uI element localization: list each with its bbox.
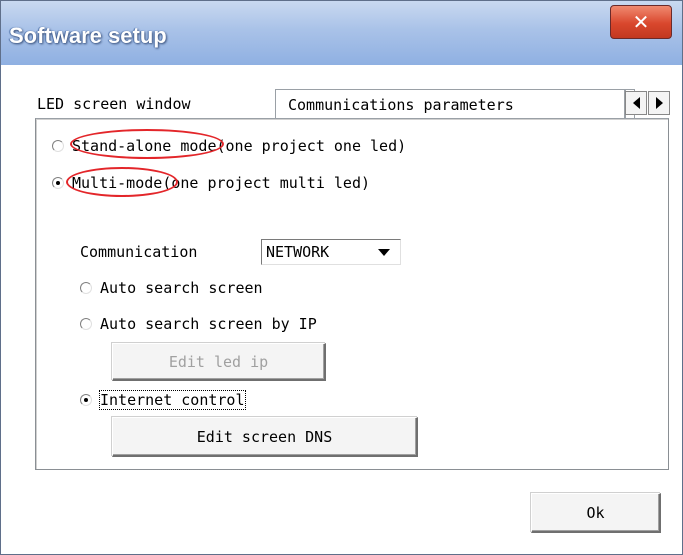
arrow-left-icon — [632, 97, 640, 109]
standalone-mode-label: Stand-alone mode — [72, 137, 217, 155]
title-bar[interactable]: Software setup ✕ — [1, 1, 682, 65]
multi-mode-radio[interactable] — [52, 177, 64, 189]
close-button[interactable]: ✕ — [610, 5, 672, 39]
standalone-mode-option[interactable]: Stand-alone mode (one project one led) — [52, 137, 406, 155]
dialog-body: LED screen window Communications paramet… — [11, 65, 674, 546]
auto-search-ip-radio[interactable] — [80, 318, 92, 330]
tab-scroll-right-button[interactable] — [648, 91, 670, 115]
communication-label: Communication — [80, 243, 198, 261]
communication-select[interactable]: NETWORK — [261, 239, 401, 265]
auto-search-option[interactable]: Auto search screen — [80, 279, 263, 297]
edit-led-ip-button[interactable]: Edit led ip — [112, 343, 326, 381]
auto-search-ip-option[interactable]: Auto search screen by IP — [80, 315, 317, 333]
arrow-right-icon — [655, 97, 663, 109]
standalone-mode-description: (one project one led) — [216, 137, 407, 155]
tab-scroll-left-button[interactable] — [625, 91, 647, 115]
multi-mode-description: (one project multi led) — [162, 174, 371, 192]
close-icon: ✕ — [632, 10, 650, 34]
multi-mode-label: Multi-mode — [72, 174, 163, 192]
software-setup-dialog: Software setup ✕ LED screen window Commu… — [0, 0, 683, 555]
internet-control-option[interactable]: Internet control — [80, 390, 246, 410]
chevron-down-icon — [378, 248, 390, 256]
multi-mode-option[interactable]: Multi-mode (one project multi led) — [52, 174, 370, 192]
standalone-mode-radio[interactable] — [52, 140, 64, 152]
ok-button[interactable]: Ok — [531, 493, 661, 533]
auto-search-ip-label: Auto search screen by IP — [100, 315, 317, 333]
auto-search-label: Auto search screen — [100, 279, 263, 297]
window-title: Software setup — [9, 23, 167, 48]
auto-search-radio[interactable] — [80, 282, 92, 294]
internet-control-label: Internet control — [99, 390, 246, 410]
communication-select-value: NETWORK — [266, 243, 330, 261]
edit-screen-dns-button[interactable]: Edit screen DNS — [112, 417, 418, 457]
tab-led-screen-window[interactable]: LED screen window — [35, 89, 273, 119]
communications-panel: Stand-alone mode (one project one led) M… — [35, 118, 669, 470]
internet-control-radio[interactable] — [80, 394, 92, 406]
tab-communications-parameters[interactable]: Communications parameters — [275, 89, 625, 119]
